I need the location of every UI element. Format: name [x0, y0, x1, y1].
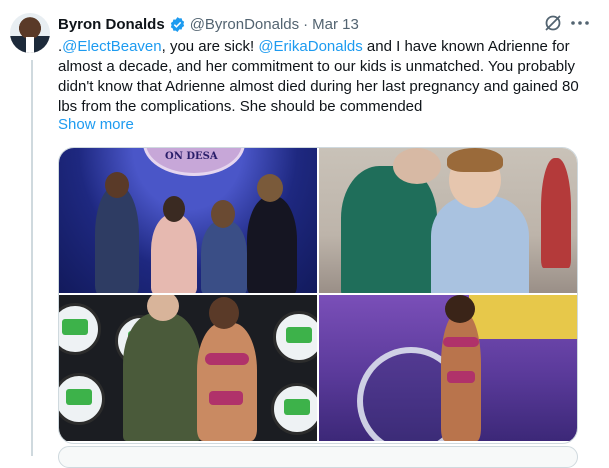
person: [151, 214, 197, 293]
stage-banner: [469, 295, 577, 339]
stage-photo[interactable]: [319, 295, 577, 441]
tweet-text: .@ElectBeaven, you are sick! @ErikaDonal…: [58, 37, 593, 117]
author-handle[interactable]: @ByronDonalds: [190, 16, 299, 33]
person: [431, 196, 529, 293]
seal-text: ON DESA: [165, 151, 218, 162]
ocb-logo: [59, 303, 101, 355]
boy-woman-photo[interactable]: [319, 148, 577, 293]
quoted-card[interactable]: [58, 446, 578, 468]
text-segment: , you are sick!: [161, 38, 259, 55]
separator-dot: ·: [303, 15, 309, 33]
mention-link[interactable]: @ElectBeaven: [62, 38, 161, 55]
person: [123, 313, 201, 441]
verified-badge-icon: [169, 16, 186, 33]
tweet-header: Byron Donalds @ByronDonalds · Mar 13: [58, 13, 589, 35]
ocb-logo: [273, 311, 317, 363]
person: [201, 220, 247, 293]
person: [541, 158, 571, 268]
media-grid: ON DESA: [58, 147, 578, 444]
more-icon[interactable]: [569, 13, 591, 33]
competitor-man-photo[interactable]: [59, 295, 317, 441]
person: [341, 166, 437, 293]
grok-icon[interactable]: [543, 13, 563, 33]
show-more-link[interactable]: Show more: [58, 116, 134, 133]
ocb-logo: [59, 373, 105, 425]
person: [95, 186, 139, 293]
mention-link[interactable]: @ErikaDonalds: [258, 38, 362, 55]
ocb-logo: [271, 383, 317, 435]
author-name[interactable]: Byron Donalds: [58, 16, 165, 33]
person: [197, 323, 257, 441]
gala-photo[interactable]: ON DESA: [59, 148, 317, 293]
person: [247, 196, 297, 293]
thread-line: [31, 60, 33, 456]
avatar[interactable]: [10, 13, 50, 53]
tweet-date[interactable]: Mar 13: [312, 16, 359, 33]
